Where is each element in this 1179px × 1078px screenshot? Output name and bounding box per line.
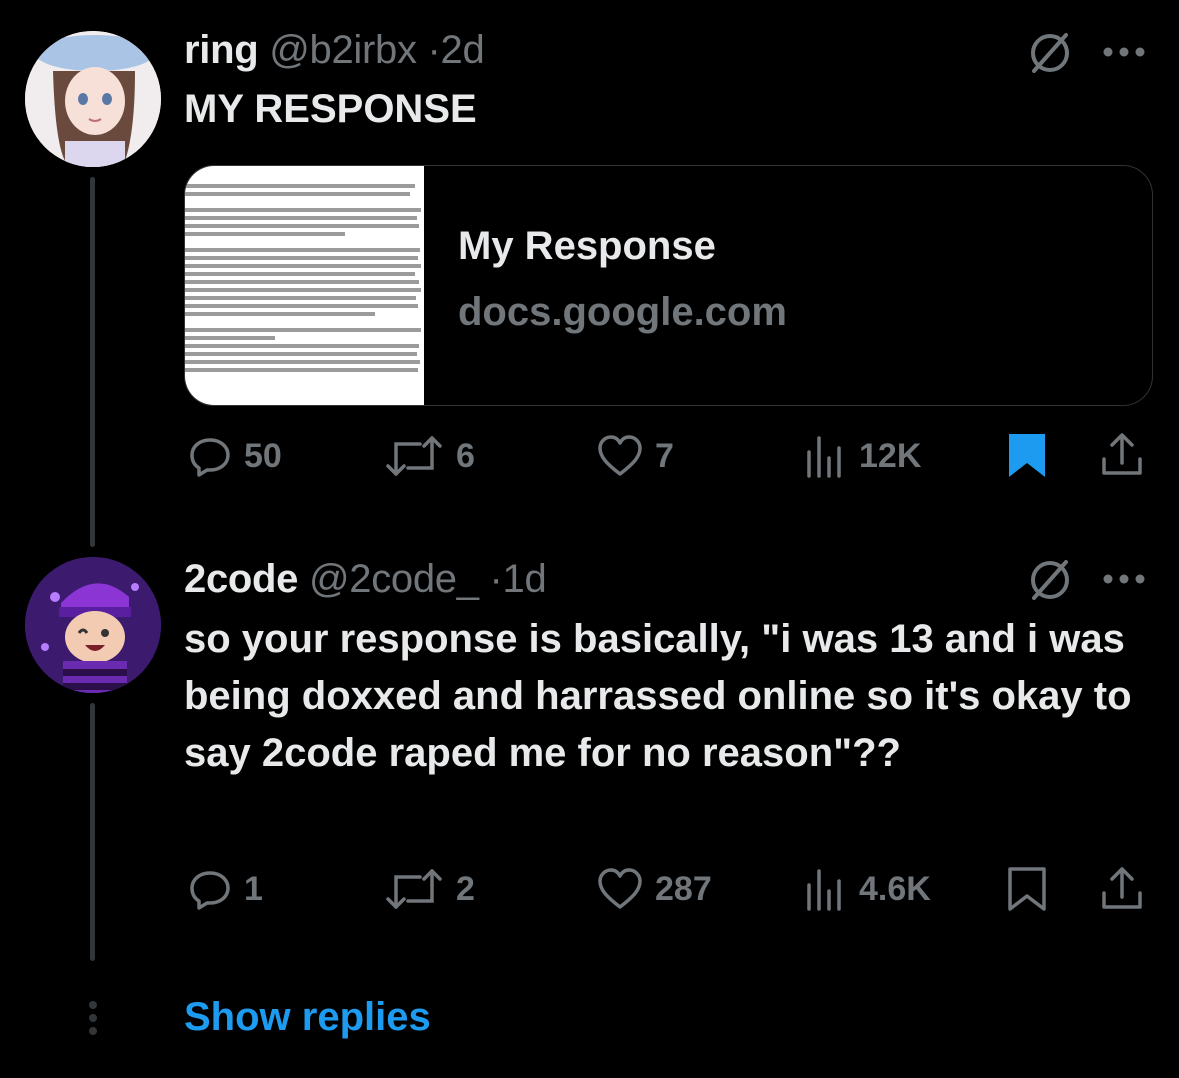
- post1-repost-count: 6: [456, 436, 475, 475]
- post2-repost-count: 2: [456, 869, 475, 908]
- post1-handle[interactable]: @b2irbx: [269, 28, 417, 72]
- post2-time[interactable]: 1d: [503, 557, 547, 601]
- post2-display-name[interactable]: 2code: [184, 557, 298, 601]
- doc-thumbnail: [185, 166, 424, 405]
- heart-icon: [598, 435, 642, 476]
- post1-reply-button[interactable]: 50: [188, 434, 282, 478]
- post1-like-count: 7: [655, 436, 674, 475]
- post2-handle[interactable]: @2code_: [309, 557, 479, 601]
- post1-time[interactable]: 2d: [441, 28, 485, 72]
- post1-grok-icon[interactable]: [1026, 29, 1074, 77]
- avatar-2code[interactable]: [25, 557, 161, 693]
- post2-separator: ·: [489, 557, 503, 601]
- views-icon: [807, 436, 841, 478]
- post2-bookmark-button[interactable]: [1006, 865, 1048, 913]
- post1-display-name[interactable]: ring: [184, 28, 259, 72]
- share-icon: [1102, 433, 1142, 475]
- post1-header: ring @b2irbx ·2d: [184, 28, 485, 73]
- thread-dots-icon: [87, 1000, 99, 1041]
- bookmark-filled-icon: [1009, 434, 1045, 477]
- post2-reply-count: 1: [244, 869, 263, 908]
- reply-icon: [190, 871, 230, 910]
- card-domain: docs.google.com: [458, 290, 787, 334]
- post1-share-button[interactable]: [1100, 431, 1144, 477]
- post2-share-button[interactable]: [1100, 865, 1144, 911]
- views-icon: [807, 869, 841, 911]
- post2-views-button[interactable]: 4.6K: [803, 867, 931, 911]
- post2-repost-button[interactable]: 2: [384, 867, 475, 911]
- share-icon: [1102, 867, 1142, 909]
- post2-like-count: 287: [655, 869, 712, 908]
- post1-bookmark-button[interactable]: [1006, 431, 1048, 479]
- heart-icon: [598, 868, 642, 909]
- post1-views-count: 12K: [859, 436, 922, 475]
- post1-text: MY RESPONSE: [184, 87, 477, 131]
- repost-icon: [386, 869, 442, 909]
- reply-icon: [190, 438, 230, 477]
- post2-text: so your response is basically, "i was 13…: [184, 617, 1132, 775]
- show-replies-link[interactable]: Show replies: [184, 995, 431, 1040]
- card-title: My Response: [458, 224, 716, 268]
- post1-repost-button[interactable]: 6: [384, 434, 475, 478]
- post2-reply-button[interactable]: 1: [188, 867, 263, 911]
- avatar-ring[interactable]: [25, 31, 161, 167]
- post2-more-icon[interactable]: [1102, 572, 1146, 586]
- post1-more-icon[interactable]: [1102, 45, 1146, 59]
- post2-like-button[interactable]: 287: [597, 867, 712, 911]
- bookmark-icon: [1008, 867, 1046, 911]
- thread-line-2: [90, 703, 95, 961]
- post1-views-button[interactable]: 12K: [803, 434, 921, 478]
- link-card[interactable]: My Response docs.google.com: [184, 165, 1153, 406]
- post2-grok-icon[interactable]: [1026, 556, 1074, 604]
- post2-header: 2code @2code_ ·1d: [184, 557, 547, 602]
- post1-like-button[interactable]: 7: [597, 434, 674, 478]
- thread-line-1: [90, 177, 95, 547]
- post1-separator: ·: [427, 28, 441, 72]
- repost-icon: [386, 436, 442, 476]
- post1-reply-count: 50: [244, 436, 282, 475]
- post2-views-count: 4.6K: [859, 869, 931, 908]
